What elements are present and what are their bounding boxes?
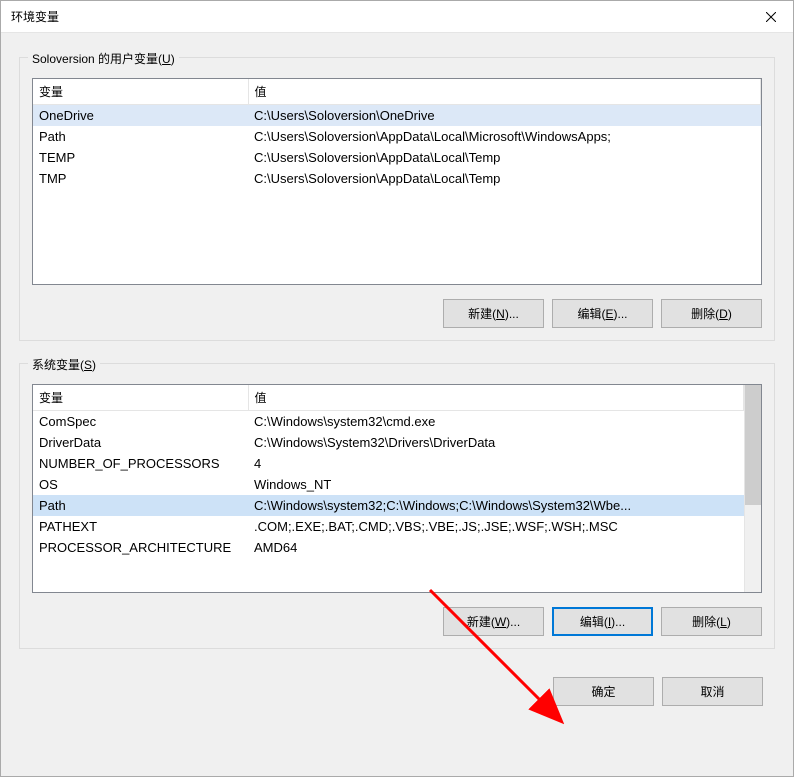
var-name-cell: PROCESSOR_ARCHITECTURE <box>33 537 248 558</box>
var-value-cell: C:\Users\Soloversion\AppData\Local\Micro… <box>248 126 761 147</box>
user-col-value[interactable]: 值 <box>248 79 761 105</box>
close-icon <box>766 12 776 22</box>
close-button[interactable] <box>748 2 793 32</box>
titlebar: 环境变量 <box>1 1 793 33</box>
var-name-cell: OS <box>33 474 248 495</box>
user-col-variable[interactable]: 变量 <box>33 79 248 105</box>
table-row[interactable]: PathC:\Users\Soloversion\AppData\Local\M… <box>33 126 761 147</box>
system-vars-list[interactable]: 变量 值 ComSpecC:\Windows\system32\cmd.exeD… <box>32 384 762 593</box>
var-value-cell: C:\Windows\system32;C:\Windows;C:\Window… <box>248 495 744 516</box>
table-row[interactable]: TMPC:\Users\Soloversion\AppData\Local\Te… <box>33 168 761 189</box>
user-vars-buttons: 新建(N)... 编辑(E)... 删除(D) <box>32 299 762 328</box>
dialog-footer: 确定 取消 <box>19 677 775 706</box>
table-row[interactable]: PathC:\Windows\system32;C:\Windows;C:\Wi… <box>33 495 744 516</box>
user-vars-label: Soloversion 的用户变量(U) <box>28 50 179 67</box>
sys-delete-button[interactable]: 删除(L) <box>661 607 762 636</box>
sys-scrollbar-thumb[interactable] <box>745 385 761 505</box>
var-value-cell: C:\Users\Soloversion\AppData\Local\Temp <box>248 147 761 168</box>
user-new-button[interactable]: 新建(N)... <box>443 299 544 328</box>
system-vars-group: 系统变量(S) 变量 值 ComSpecC:\W <box>19 363 775 649</box>
var-value-cell: C:\Windows\System32\Drivers\DriverData <box>248 432 744 453</box>
system-vars-label: 系统变量(S) <box>28 356 100 373</box>
table-row[interactable]: DriverDataC:\Windows\System32\Drivers\Dr… <box>33 432 744 453</box>
var-name-cell: TEMP <box>33 147 248 168</box>
table-row[interactable]: ComSpecC:\Windows\system32\cmd.exe <box>33 411 744 433</box>
var-name-cell: OneDrive <box>33 105 248 127</box>
sys-new-button[interactable]: 新建(W)... <box>443 607 544 636</box>
table-row[interactable]: PATHEXT.COM;.EXE;.BAT;.CMD;.VBS;.VBE;.JS… <box>33 516 744 537</box>
table-row[interactable]: OneDriveC:\Users\Soloversion\OneDrive <box>33 105 761 127</box>
var-name-cell: DriverData <box>33 432 248 453</box>
var-value-cell: C:\Users\Soloversion\AppData\Local\Temp <box>248 168 761 189</box>
table-row[interactable]: TEMPC:\Users\Soloversion\AppData\Local\T… <box>33 147 761 168</box>
cancel-button[interactable]: 取消 <box>662 677 763 706</box>
user-vars-group: Soloversion 的用户变量(U) 变量 值 OneDriveC:\Use… <box>19 57 775 341</box>
sys-scrollbar[interactable] <box>744 385 761 592</box>
ok-button[interactable]: 确定 <box>553 677 654 706</box>
env-vars-dialog: 环境变量 Soloversion 的用户变量(U) 变量 值 <box>0 0 794 777</box>
user-edit-button[interactable]: 编辑(E)... <box>552 299 653 328</box>
sys-col-variable[interactable]: 变量 <box>33 385 248 411</box>
var-name-cell: Path <box>33 495 248 516</box>
table-row[interactable]: NUMBER_OF_PROCESSORS4 <box>33 453 744 474</box>
var-name-cell: Path <box>33 126 248 147</box>
var-value-cell: .COM;.EXE;.BAT;.CMD;.VBS;.VBE;.JS;.JSE;.… <box>248 516 744 537</box>
window-title: 环境变量 <box>11 8 59 25</box>
var-name-cell: PATHEXT <box>33 516 248 537</box>
var-value-cell: 4 <box>248 453 744 474</box>
var-name-cell: TMP <box>33 168 248 189</box>
system-vars-buttons: 新建(W)... 编辑(I)... 删除(L) <box>32 607 762 636</box>
var-value-cell: C:\Windows\system32\cmd.exe <box>248 411 744 433</box>
table-row[interactable]: OSWindows_NT <box>33 474 744 495</box>
var-value-cell: C:\Users\Soloversion\OneDrive <box>248 105 761 127</box>
user-delete-button[interactable]: 删除(D) <box>661 299 762 328</box>
var-value-cell: AMD64 <box>248 537 744 558</box>
sys-edit-button[interactable]: 编辑(I)... <box>552 607 653 636</box>
var-name-cell: NUMBER_OF_PROCESSORS <box>33 453 248 474</box>
var-name-cell: ComSpec <box>33 411 248 433</box>
table-row[interactable]: PROCESSOR_ARCHITECTUREAMD64 <box>33 537 744 558</box>
dialog-content: Soloversion 的用户变量(U) 变量 值 OneDriveC:\Use… <box>1 33 793 776</box>
var-value-cell: Windows_NT <box>248 474 744 495</box>
sys-col-value[interactable]: 值 <box>248 385 744 411</box>
user-vars-list[interactable]: 变量 值 OneDriveC:\Users\Soloversion\OneDri… <box>32 78 762 285</box>
